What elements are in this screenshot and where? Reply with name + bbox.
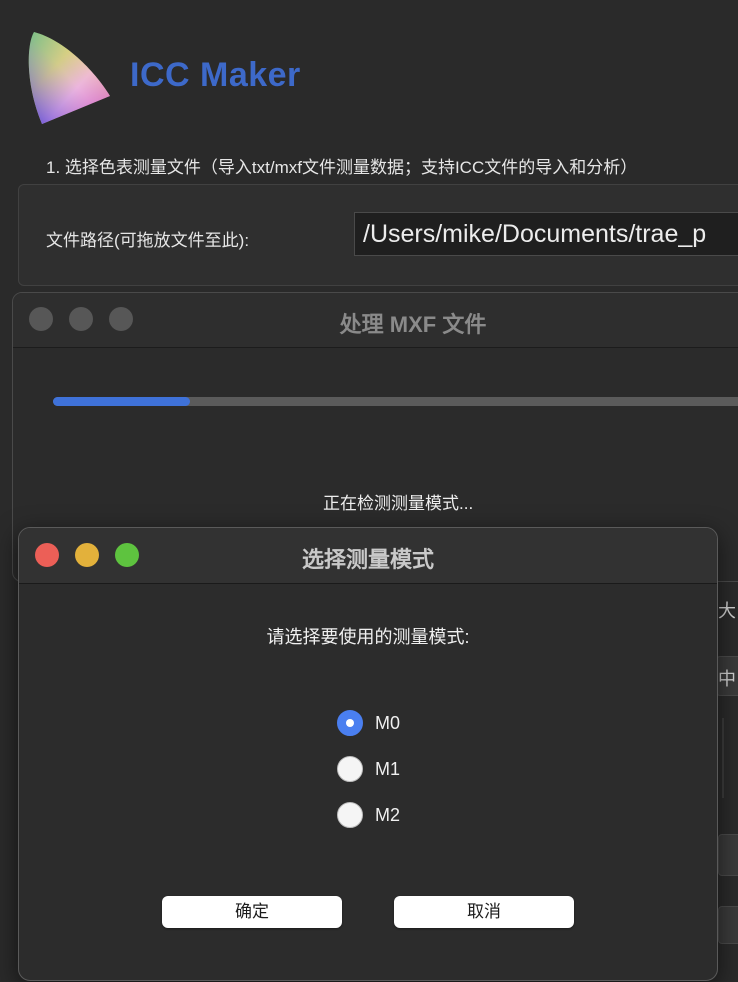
app-title: ICC Maker [130, 56, 301, 94]
background-field-fragment-2[interactable] [718, 834, 738, 876]
radio-button[interactable] [337, 710, 363, 736]
cie-gamut-logo-icon [28, 32, 111, 124]
dialog-prompt: 请选择要使用的测量模式: [266, 627, 470, 647]
radio-label: M2 [375, 804, 401, 825]
cancel-button[interactable]: 取消 [394, 896, 574, 928]
radio-label: M1 [375, 758, 401, 779]
background-divider [722, 718, 724, 798]
radio-option-m1[interactable]: M1 [337, 755, 400, 783]
dialog-titlebar: 选择测量模式 [19, 528, 717, 584]
background-field-fragment-3[interactable] [718, 906, 738, 944]
dialog-title: 选择测量模式 [301, 547, 434, 572]
processing-window-title: 处理 MXF 文件 [339, 312, 487, 337]
processing-window-titlebar: 处理 MXF 文件 [13, 293, 738, 348]
measurement-mode-dialog: 选择测量模式 请选择要使用的测量模式: M0 M1 M2 确定 取消 [18, 527, 718, 981]
radio-option-m0[interactable]: M0 [337, 709, 400, 737]
progress-bar-fill [53, 397, 190, 406]
step1-label: 1. 选择色表测量文件（导入txt/mxf文件测量数据；支持ICC文件的导入和分… [46, 158, 638, 177]
background-field-text: 中 [718, 669, 736, 689]
radio-option-m2[interactable]: M2 [337, 801, 400, 829]
processing-status: 正在检测测量模式... [323, 494, 474, 513]
progress-bar [53, 397, 738, 406]
file-path-input[interactable]: /Users/mike/Documents/trae_p [354, 212, 738, 256]
ok-button[interactable]: 确定 [162, 896, 342, 928]
background-label-fragment: 大 [718, 601, 736, 621]
radio-button[interactable] [337, 802, 363, 828]
radio-label: M0 [375, 712, 401, 733]
radio-button[interactable] [337, 756, 363, 782]
file-path-label: 文件路径(可拖放文件至此): [46, 231, 250, 250]
